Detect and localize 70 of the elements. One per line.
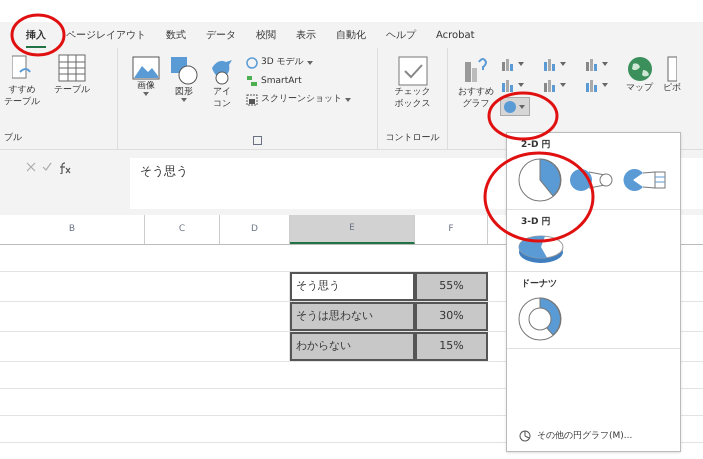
caret-icon xyxy=(181,98,187,102)
ribbon-button[interactable]: テーブル xyxy=(54,54,90,132)
table-cell[interactable]: 55% xyxy=(415,272,488,301)
table-cell[interactable]: 15% xyxy=(415,332,488,361)
ribbon-tab[interactable]: ヘルプ xyxy=(386,28,416,48)
table-cell[interactable]: そうは思わない xyxy=(290,302,415,331)
table-icon xyxy=(58,54,86,84)
group-label: ブル xyxy=(3,132,23,144)
caret-icon xyxy=(602,62,608,66)
ribbon-button[interactable]: 3D モデル xyxy=(246,56,351,70)
ribbon-button[interactable]: SmartArt xyxy=(246,74,351,88)
caret-icon xyxy=(345,98,351,102)
table-cell[interactable]: 30% xyxy=(415,302,488,331)
bar-of-pie-icon[interactable] xyxy=(621,166,667,192)
function-icon[interactable] xyxy=(58,162,72,174)
doughnut-chart-icon[interactable] xyxy=(517,296,563,342)
ribbon-tab[interactable]: データ xyxy=(206,28,236,48)
ribbon-button[interactable]: スクリーンショット xyxy=(246,93,351,106)
smartart-icon xyxy=(246,75,258,88)
ribbon-tab[interactable]: ページレイアウト xyxy=(66,28,146,48)
column-chart-icon xyxy=(500,78,516,92)
caret-icon xyxy=(143,92,149,96)
pivot-chart-icon xyxy=(667,56,677,82)
caret-icon xyxy=(306,60,313,65)
column-header[interactable]: F xyxy=(415,215,488,244)
section-title: 3-D 円 xyxy=(520,216,552,228)
caret-icon xyxy=(602,82,608,87)
ribbon-button[interactable]: 画像 xyxy=(132,56,160,136)
section-title: 2-D 円 xyxy=(520,138,552,152)
group-label: コントロール xyxy=(386,132,440,144)
pie-chart-icon xyxy=(519,430,531,442)
pie-of-pie-icon[interactable] xyxy=(569,166,615,192)
table-cell[interactable]: そう思う xyxy=(290,272,415,301)
column-chart-icon xyxy=(500,57,516,72)
ribbon-button[interactable]: アイ コン xyxy=(208,56,236,136)
ribbon-button[interactable]: チェック ボックス xyxy=(394,56,430,132)
column-header[interactable]: B xyxy=(0,215,145,244)
pie-chart-icon[interactable] xyxy=(517,156,563,202)
ribbon-button[interactable]: すすめ テーブル xyxy=(4,54,40,132)
ribbon-button[interactable]: おすすめ グラフ xyxy=(458,56,494,149)
caret-icon xyxy=(560,62,566,66)
column-chart-icon xyxy=(542,57,558,72)
ribbon-tab[interactable]: 数式 xyxy=(166,28,186,48)
checkbox-icon xyxy=(398,56,428,86)
section-title: ドーナツ xyxy=(520,278,558,291)
screenshot-icon xyxy=(246,94,258,106)
caret-icon xyxy=(518,62,524,66)
annotation-circle xyxy=(10,12,66,58)
ribbon-tab[interactable]: 自動化 xyxy=(336,28,366,48)
pie-chart-button[interactable] xyxy=(500,97,530,116)
caret-icon xyxy=(519,104,525,109)
menu-item[interactable]: その他の円グラフ(M)... xyxy=(507,430,680,443)
caret-icon xyxy=(518,82,524,87)
caret-icon xyxy=(560,82,566,87)
ribbon-button[interactable]: ピボ xyxy=(663,56,681,149)
shapes-icon xyxy=(170,56,198,86)
ribbon-tab[interactable]: 表示 xyxy=(296,28,316,48)
ribbon-button[interactable]: 図形 xyxy=(170,56,198,136)
globe-icon xyxy=(626,56,652,82)
table-cell[interactable]: わからない xyxy=(290,332,415,361)
image-icon xyxy=(132,56,160,80)
column-chart-icon xyxy=(584,78,600,92)
ribbon-tab[interactable]: 校閲 xyxy=(256,28,276,48)
column-chart-icon xyxy=(542,78,558,92)
3d-pie-chart-icon[interactable] xyxy=(517,233,565,265)
column-header[interactable]: C xyxy=(145,215,220,244)
ribbon-tab[interactable]: Acrobat xyxy=(436,28,475,48)
dialog-launcher-icon[interactable] xyxy=(253,136,262,145)
column-chart-icon xyxy=(584,57,600,72)
pie-chart-icon xyxy=(503,100,517,114)
